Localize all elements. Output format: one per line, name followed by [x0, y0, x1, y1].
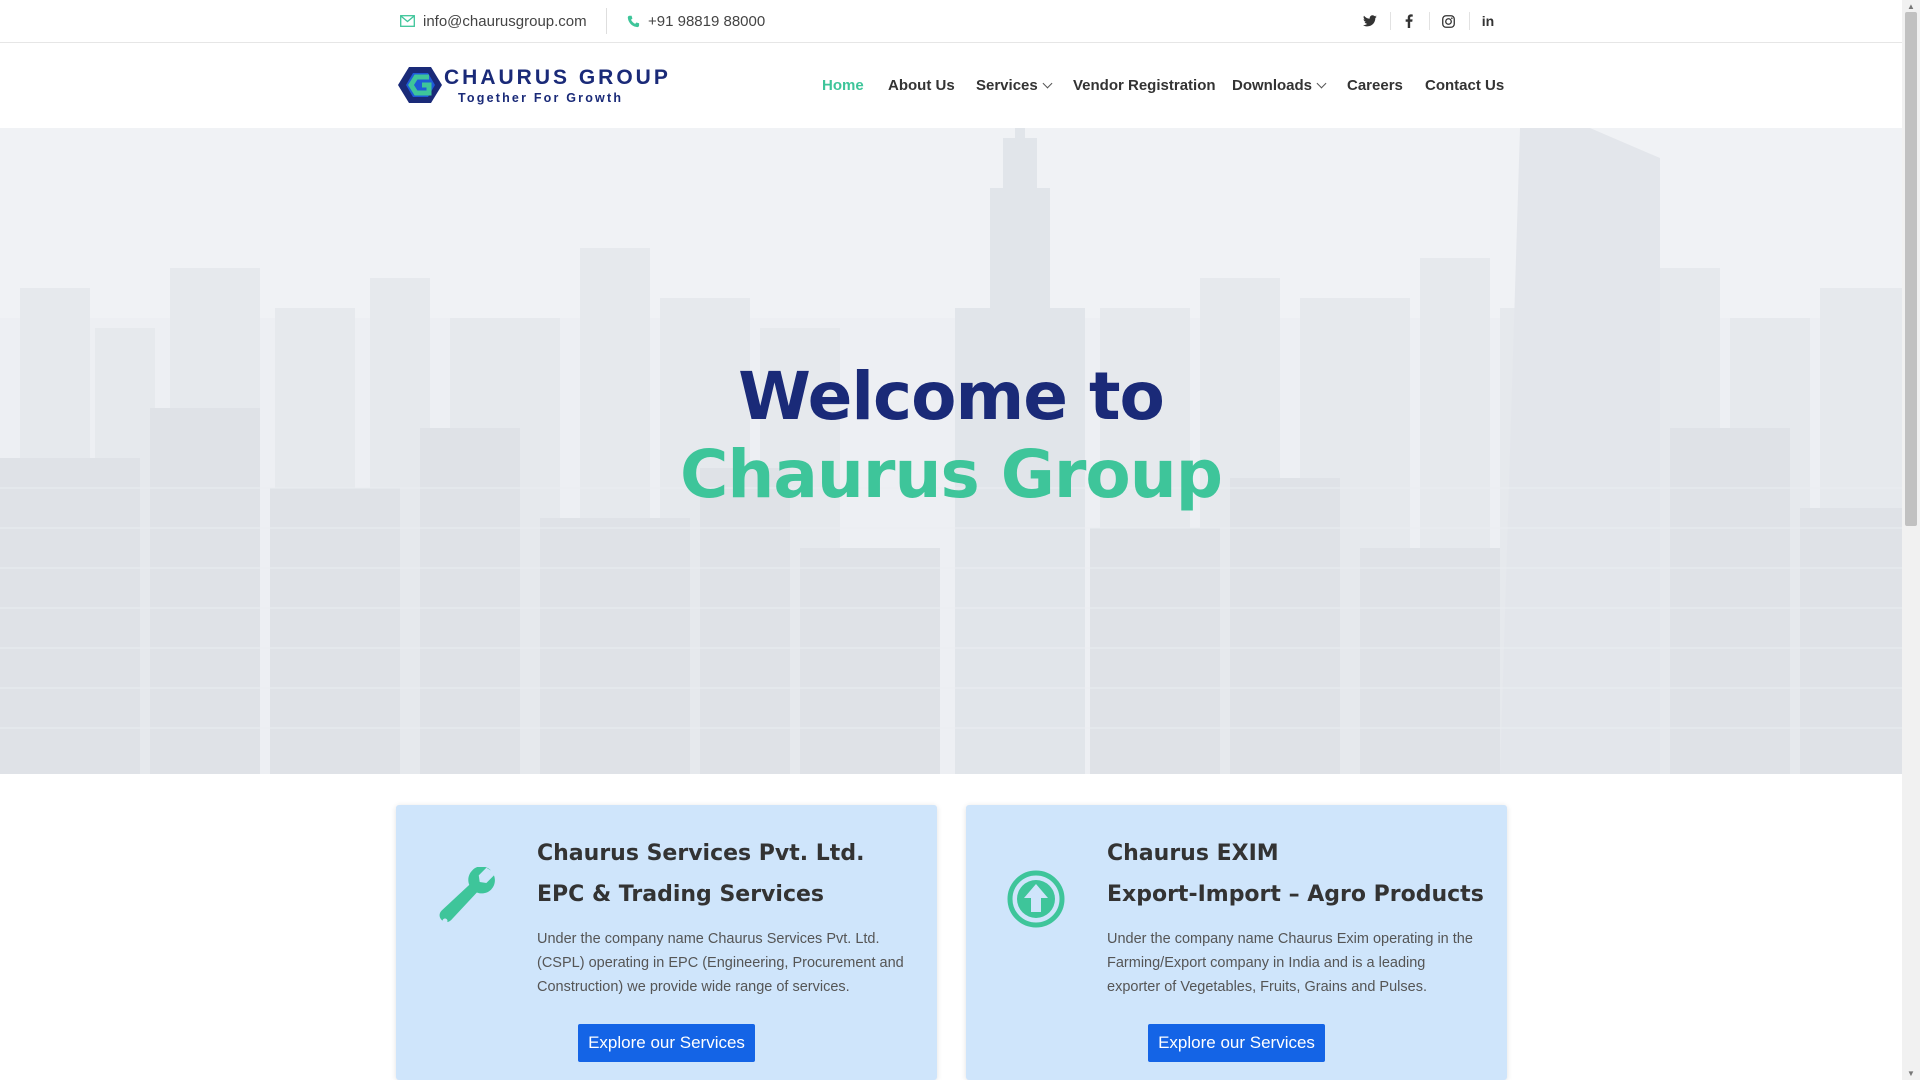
top-bar: info@chaurusgroup.com +91 98819 88000 in [0, 0, 1902, 43]
card-title: Chaurus Services Pvt. Ltd. [537, 841, 865, 866]
nav-careers[interactable]: Careers [1347, 43, 1403, 128]
envelope-icon [400, 15, 415, 27]
nav-home-label: Home [822, 77, 864, 94]
card-description: Under the company name Chaurus Exim oper… [1107, 931, 1473, 995]
phone-icon [627, 15, 640, 27]
logo-tagline: Together For Growth [458, 91, 624, 105]
arrow-up-circle-icon [1007, 870, 1065, 928]
explore-services-button[interactable]: Explore our Services [1148, 1024, 1325, 1062]
nav-services-label: Services [976, 77, 1038, 94]
instagram-icon [1441, 14, 1455, 28]
service-card-chaurus-exim: Chaurus EXIM Export-Import – Agro Produc… [966, 805, 1507, 1080]
explore-services-button[interactable]: Explore our Services [578, 1024, 755, 1062]
linkedin-icon: in [1481, 13, 1495, 29]
card-title: Chaurus EXIM [1107, 841, 1279, 866]
card-subtitle: EPC & Trading Services [537, 882, 824, 907]
nav-downloads-label: Downloads [1232, 77, 1313, 94]
hero-banner: Welcome to Chaurus Group [0, 128, 1902, 774]
instagram-link[interactable] [1429, 0, 1467, 42]
phone-text: +91 98819 88000 [648, 12, 766, 30]
topbar-divider [606, 8, 607, 34]
nav-careers-label: Careers [1347, 77, 1403, 94]
nav-downloads[interactable]: Downloads [1232, 43, 1327, 128]
service-card-chaurus-services: Chaurus Services Pvt. Ltd. EPC & Trading… [396, 805, 937, 1080]
logo[interactable]: CHAURUS GROUP Together For Growth [398, 63, 668, 107]
wrench-icon [439, 867, 495, 924]
chevron-down-icon [1316, 78, 1327, 89]
scroll-up-icon[interactable]: ▲ [1906, 1, 1916, 11]
twitter-icon [1363, 15, 1377, 27]
nav-vendor-label: Vendor Registration [1073, 77, 1216, 94]
logo-name: CHAURUS GROUP [444, 66, 671, 89]
scrollbar-thumb[interactable] [1905, 12, 1917, 526]
nav-services[interactable]: Services [976, 43, 1053, 128]
nav-about-us[interactable]: About Us [888, 43, 955, 128]
nav-contact-label: Contact Us [1425, 77, 1505, 94]
hero-title-line1: Welcome to [738, 358, 1165, 435]
nav-contact-us[interactable]: Contact Us [1425, 43, 1504, 128]
facebook-icon [1405, 14, 1413, 28]
nav-about-label: About Us [888, 77, 955, 94]
logo-mark-icon [398, 67, 442, 103]
twitter-link[interactable] [1351, 0, 1389, 42]
linkedin-link[interactable]: in [1469, 0, 1507, 42]
facebook-link[interactable] [1390, 0, 1428, 42]
phone-link[interactable]: +91 98819 88000 [627, 0, 765, 42]
email-text: info@chaurusgroup.com [423, 12, 587, 30]
nav-home[interactable]: Home [822, 43, 864, 128]
chevron-down-icon [1042, 78, 1053, 89]
card-subtitle: Export-Import – Agro Products [1107, 882, 1484, 907]
hero-title-line2: Chaurus Group [679, 436, 1223, 513]
site-header: CHAURUS GROUP Together For Growth Home A… [0, 43, 1902, 128]
nav-vendor-registration[interactable]: Vendor Registration [1073, 43, 1216, 128]
card-description: Under the company name Chaurus Services … [537, 931, 904, 995]
email-link[interactable]: info@chaurusgroup.com [400, 0, 587, 42]
scroll-down-icon[interactable]: ▼ [1906, 1068, 1916, 1078]
